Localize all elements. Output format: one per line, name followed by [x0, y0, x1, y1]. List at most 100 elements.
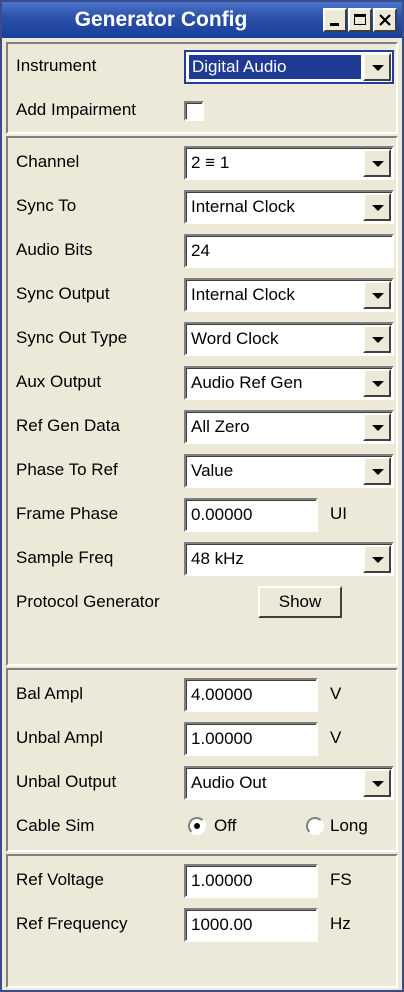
- ref-gen-data-value: All Zero: [191, 417, 250, 436]
- add-impairment-label: Add Impairment: [16, 100, 136, 119]
- ref-gen-data-label: Ref Gen Data: [16, 416, 120, 435]
- protocol-generator-label: Protocol Generator: [16, 592, 160, 611]
- sample-freq-value: 48 kHz: [191, 549, 244, 568]
- ref-voltage-value: 1.00000: [191, 871, 253, 890]
- sync-to-value: Internal Clock: [191, 197, 295, 216]
- frame-phase-row: Frame Phase 0.00000 UI: [8, 492, 396, 536]
- ref-voltage-unit: FS: [330, 870, 352, 889]
- chevron-down-icon[interactable]: [363, 193, 391, 221]
- chevron-down-icon[interactable]: [363, 769, 391, 797]
- ref-voltage-row: Ref Voltage 1.00000 FS: [8, 858, 396, 902]
- add-impairment-row: Add Impairment: [8, 88, 396, 132]
- minimize-button[interactable]: [323, 8, 347, 32]
- ref-frequency-input[interactable]: 1000.00: [184, 908, 318, 942]
- unbal-output-label: Unbal Output: [16, 772, 117, 791]
- ref-frequency-unit: Hz: [330, 914, 351, 933]
- frame-phase-label: Frame Phase: [16, 504, 119, 523]
- chevron-down-icon[interactable]: [363, 369, 391, 397]
- cable-sim-off-radio[interactable]: [188, 817, 206, 835]
- sync-out-type-dropdown[interactable]: Word Clock: [184, 322, 394, 356]
- unbal-output-dropdown[interactable]: Audio Out: [184, 766, 394, 800]
- bal-ampl-unit: V: [330, 684, 342, 703]
- aux-output-row: Aux Output Audio Ref Gen: [8, 360, 396, 404]
- audio-bits-row: Audio Bits 24: [8, 228, 396, 272]
- bal-ampl-value: 4.00000: [191, 685, 253, 704]
- cable-sim-off-label: Off: [214, 816, 237, 835]
- aux-output-value: Audio Ref Gen: [191, 373, 303, 392]
- sync-to-label: Sync To: [16, 196, 77, 215]
- show-button[interactable]: Show: [258, 586, 342, 618]
- sync-out-type-value: Word Clock: [191, 329, 279, 348]
- frame-phase-unit: UI: [330, 504, 347, 523]
- chevron-down-icon[interactable]: [363, 545, 391, 573]
- maximize-button[interactable]: [348, 8, 372, 32]
- chevron-down-icon[interactable]: [363, 281, 391, 309]
- phase-to-ref-value: Value: [191, 461, 234, 480]
- unbal-ampl-value: 1.00000: [191, 729, 253, 748]
- sync-output-label: Sync Output: [16, 284, 110, 303]
- cable-sim-label: Cable Sim: [16, 816, 95, 835]
- ref-gen-data-dropdown[interactable]: All Zero: [184, 410, 394, 444]
- phase-to-ref-row: Phase To Ref Value: [8, 448, 396, 492]
- frame-phase-input[interactable]: 0.00000: [184, 498, 318, 532]
- unbal-ampl-row: Unbal Ampl 1.00000 V: [8, 716, 396, 760]
- sync-out-type-row: Sync Out Type Word Clock: [8, 316, 396, 360]
- unbal-ampl-label: Unbal Ampl: [16, 728, 103, 747]
- bal-ampl-row: Bal Ampl 4.00000 V: [8, 672, 396, 716]
- close-icon: [379, 14, 391, 26]
- sample-freq-dropdown[interactable]: 48 kHz: [184, 542, 394, 576]
- unbal-output-value: Audio Out: [191, 773, 267, 792]
- audio-bits-label: Audio Bits: [16, 240, 93, 259]
- sync-output-row: Sync Output Internal Clock: [8, 272, 396, 316]
- ref-frequency-row: Ref Frequency 1000.00 Hz: [8, 902, 396, 946]
- instrument-value: Digital Audio: [189, 55, 361, 79]
- unbal-output-row: Unbal Output Audio Out: [8, 760, 396, 804]
- sync-output-value: Internal Clock: [191, 285, 295, 304]
- instrument-dropdown[interactable]: Digital Audio: [184, 50, 394, 84]
- chevron-down-icon[interactable]: [363, 149, 391, 177]
- cable-sim-long-radio[interactable]: [306, 817, 324, 835]
- sync-out-type-label: Sync Out Type: [16, 328, 128, 347]
- chevron-down-icon[interactable]: [363, 457, 391, 485]
- digital-settings-section: Channel 2 ≡ 1 Sync To Internal Clock Aud…: [6, 136, 398, 666]
- analog-settings-section: Bal Ampl 4.00000 V Unbal Ampl 1.00000 V …: [6, 668, 398, 852]
- bal-ampl-label: Bal Ampl: [16, 684, 84, 703]
- phase-to-ref-label: Phase To Ref: [16, 460, 118, 479]
- instrument-label: Instrument: [16, 56, 97, 75]
- sample-freq-row: Sample Freq 48 kHz: [8, 536, 396, 580]
- close-button[interactable]: [373, 8, 397, 32]
- instrument-section: Instrument Digital Audio Add Impairment: [6, 42, 398, 134]
- unbal-ampl-input[interactable]: 1.00000: [184, 722, 318, 756]
- aux-output-dropdown[interactable]: Audio Ref Gen: [184, 366, 394, 400]
- chevron-down-icon[interactable]: [363, 413, 391, 441]
- protocol-generator-row: Protocol Generator Show: [8, 580, 396, 624]
- maximize-icon: [354, 14, 366, 25]
- audio-bits-value: 24: [191, 241, 210, 260]
- ref-voltage-label: Ref Voltage: [16, 870, 104, 889]
- frame-phase-value: 0.00000: [191, 505, 253, 524]
- add-impairment-checkbox[interactable]: [184, 101, 204, 121]
- window-title: Generator Config: [74, 8, 248, 31]
- ref-frequency-value: 1000.00: [191, 915, 253, 934]
- chevron-down-icon[interactable]: [363, 53, 391, 81]
- channel-row: Channel 2 ≡ 1: [8, 140, 396, 184]
- channel-value: 2 ≡ 1: [191, 153, 230, 172]
- bal-ampl-input[interactable]: 4.00000: [184, 678, 318, 712]
- chevron-down-icon[interactable]: [363, 325, 391, 353]
- sync-to-row: Sync To Internal Clock: [8, 184, 396, 228]
- phase-to-ref-dropdown[interactable]: Value: [184, 454, 394, 488]
- instrument-row: Instrument Digital Audio: [8, 44, 396, 88]
- unbal-ampl-unit: V: [330, 728, 342, 747]
- channel-dropdown[interactable]: 2 ≡ 1: [184, 146, 394, 180]
- channel-label: Channel: [16, 152, 80, 171]
- ref-voltage-input[interactable]: 1.00000: [184, 864, 318, 898]
- aux-output-label: Aux Output: [16, 372, 102, 391]
- audio-bits-input[interactable]: 24: [184, 234, 394, 268]
- minimize-icon: [330, 23, 339, 26]
- sync-output-dropdown[interactable]: Internal Clock: [184, 278, 394, 312]
- title-bar[interactable]: Generator Config: [2, 2, 402, 38]
- sync-to-dropdown[interactable]: Internal Clock: [184, 190, 394, 224]
- sample-freq-label: Sample Freq: [16, 548, 114, 567]
- radio-selected-dot: [194, 823, 200, 829]
- ref-frequency-label: Ref Frequency: [16, 914, 128, 933]
